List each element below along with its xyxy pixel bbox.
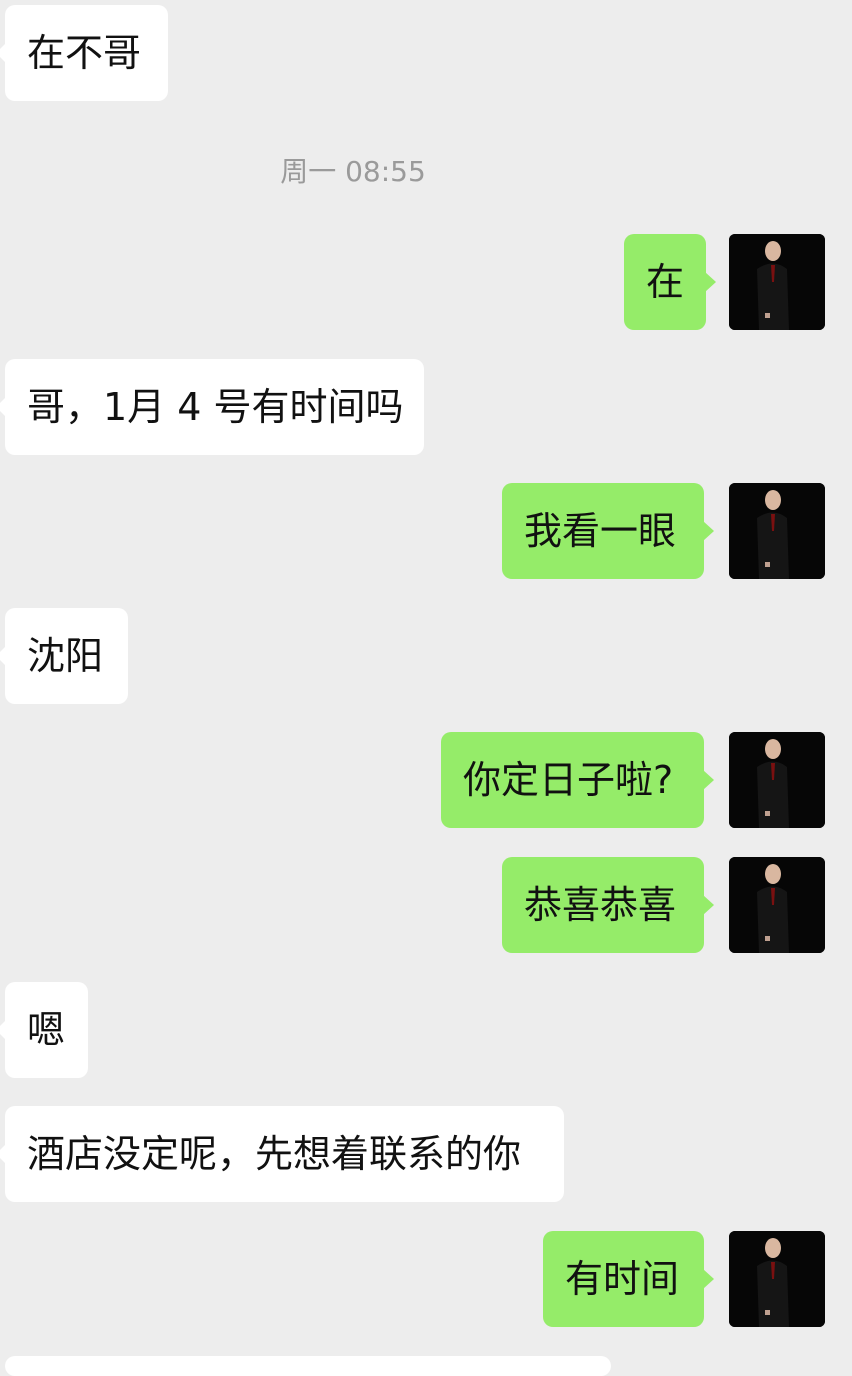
message-bubble-outgoing[interactable]: 在 xyxy=(624,234,716,330)
message-bubble-outgoing[interactable]: 我看一眼 xyxy=(502,483,714,579)
message-text: 我看一眼 xyxy=(524,509,677,553)
message-bubble-outgoing[interactable]: 有时间 xyxy=(543,1231,714,1327)
message-bubble-outgoing[interactable]: 你定日子啦? xyxy=(441,732,714,828)
message-bubble-incoming[interactable]: 沈阳 xyxy=(0,608,128,704)
user-avatar-icon xyxy=(729,483,825,579)
message-bubble-incoming-partial[interactable] xyxy=(5,1356,611,1376)
message-text: 沈阳 xyxy=(27,634,104,678)
message-text: 酒店没定呢，先想着联系的你 xyxy=(27,1132,522,1176)
user-avatar-icon xyxy=(729,1231,825,1327)
message-text: 哥，1月 4 号有时间吗 xyxy=(27,385,404,429)
avatar[interactable] xyxy=(729,483,825,579)
message-bubble-incoming[interactable]: 嗯 xyxy=(0,982,88,1078)
avatar[interactable] xyxy=(729,1231,825,1327)
message-text: 嗯 xyxy=(27,1008,66,1052)
avatar[interactable] xyxy=(729,732,825,828)
message-bubble-incoming[interactable]: 哥，1月 4 号有时间吗 xyxy=(0,359,424,455)
message-bubble-outgoing[interactable]: 恭喜恭喜 xyxy=(502,857,714,953)
message-bubble-incoming[interactable]: 酒店没定呢，先想着联系的你 xyxy=(0,1106,564,1202)
message-text: 在 xyxy=(646,260,685,304)
user-avatar-icon xyxy=(729,857,825,953)
message-bubble-incoming[interactable]: 在不哥 xyxy=(0,5,168,101)
message-text: 恭喜恭喜 xyxy=(524,883,677,927)
avatar[interactable] xyxy=(729,857,825,953)
user-avatar-icon xyxy=(729,234,825,330)
user-avatar-icon xyxy=(729,732,825,828)
message-text: 有时间 xyxy=(565,1257,680,1301)
message-text: 你定日子啦? xyxy=(463,758,674,802)
message-text: 在不哥 xyxy=(27,31,142,75)
avatar[interactable] xyxy=(729,234,825,330)
timestamp-divider: 周一 08:55 xyxy=(280,155,426,188)
